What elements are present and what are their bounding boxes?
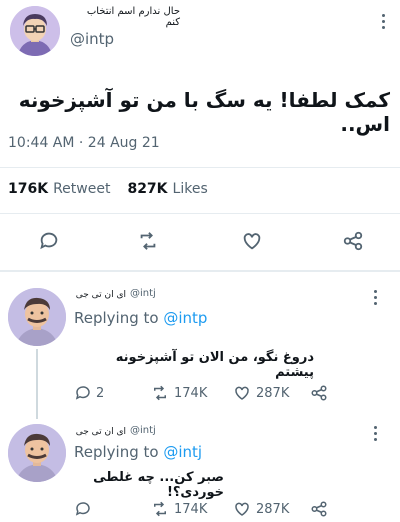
replying-to: Replying to @intp: [74, 309, 207, 327]
retweet-icon: [154, 501, 166, 517]
display-name[interactable]: حال ندارم اسم انتخاب کنم: [70, 6, 180, 28]
reply-count: 2: [96, 385, 105, 401]
avatar[interactable]: [10, 6, 60, 56]
replying-handle[interactable]: @intj: [163, 443, 202, 461]
retweet-icon[interactable]: [136, 230, 160, 256]
retweet-action[interactable]: 174K: [150, 384, 207, 402]
avatar[interactable]: [8, 424, 66, 482]
like-icon: [235, 386, 249, 400]
handle[interactable]: @intj: [130, 288, 156, 299]
replying-handle[interactable]: @intp: [163, 309, 207, 327]
like-icon: [235, 502, 249, 516]
handle[interactable]: @intj: [130, 425, 156, 436]
retweets-label[interactable]: Retweet: [53, 181, 110, 197]
display-name[interactable]: ای ان تی جی: [74, 427, 126, 437]
more-icon[interactable]: [374, 426, 378, 441]
retweet-count: 174K: [174, 501, 208, 517]
like-count: 287K: [256, 385, 290, 401]
replying-label: Replying to: [74, 443, 159, 461]
like-icon[interactable]: [240, 230, 264, 256]
share-icon[interactable]: [310, 384, 328, 406]
replying-to: Replying to @intj: [74, 443, 202, 461]
retweet-icon: [154, 385, 166, 401]
more-icon[interactable]: [374, 290, 378, 305]
engagement-stats: 176K Retweet 827K Likes: [8, 181, 208, 197]
likes-count[interactable]: 827K: [127, 181, 167, 197]
more-icon[interactable]: [382, 14, 386, 29]
retweet-action[interactable]: 174K: [150, 500, 207, 518]
retweet-count: 174K: [174, 385, 208, 401]
reply-icon[interactable]: [38, 230, 60, 256]
avatar[interactable]: [8, 288, 66, 346]
display-name[interactable]: ای ان تی جی: [74, 290, 126, 300]
reply-icon: [75, 386, 90, 400]
handle[interactable]: @intp: [70, 30, 114, 48]
like-count: 287K: [256, 501, 290, 517]
tweet-text: کمک لطفا! یه سگ با من تو آشپزخونه اس..: [18, 88, 390, 136]
like-action[interactable]: 287K: [232, 500, 289, 518]
timestamp[interactable]: 10:44 AM · 24 Aug 21: [8, 135, 160, 151]
share-icon[interactable]: [310, 500, 328, 522]
reply-action[interactable]: [74, 500, 96, 518]
share-icon[interactable]: [342, 230, 364, 256]
reply-icon: [75, 502, 90, 516]
retweets-count[interactable]: 176K: [8, 181, 48, 197]
tweet-text: دروغ نگو، من الان تو آشپزخونه پیشتم: [115, 350, 314, 380]
tweet-text: صبر کن... چه غلطی خوردی؟!: [93, 470, 224, 500]
replying-label: Replying to: [74, 309, 159, 327]
like-action[interactable]: 287K: [232, 384, 289, 402]
likes-label[interactable]: Likes: [173, 181, 208, 197]
reply-action[interactable]: 2: [74, 384, 104, 402]
